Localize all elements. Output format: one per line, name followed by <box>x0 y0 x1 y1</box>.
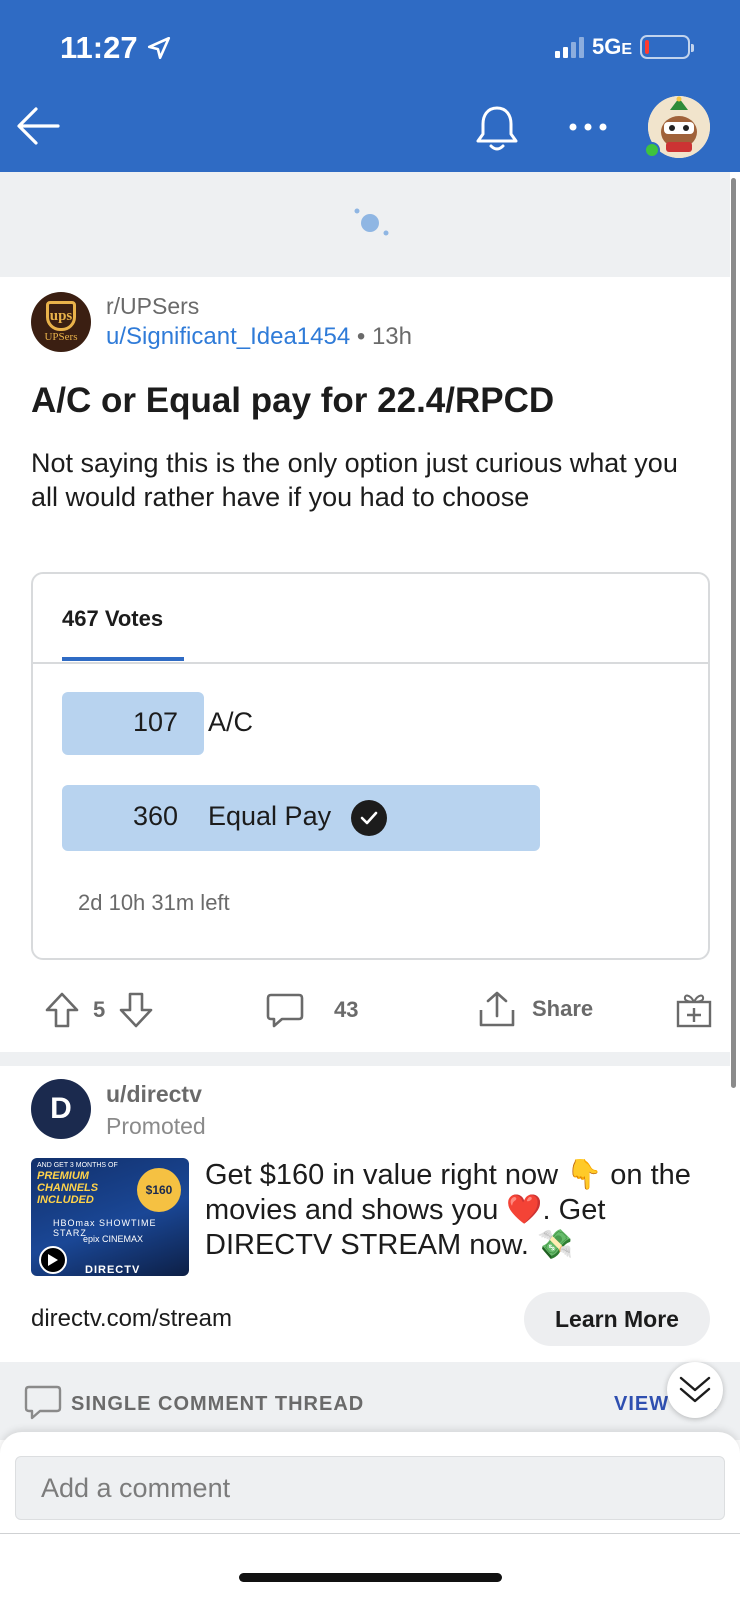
vote-group: 5 <box>45 992 153 1028</box>
promoted-label: Promoted <box>106 1113 206 1139</box>
status-indicators: 5GE <box>554 34 694 60</box>
comment-count: 43 <box>334 997 359 1022</box>
post-body: Not saying this is the only option just … <box>31 448 678 512</box>
signal-icon <box>554 36 584 58</box>
add-comment-input[interactable]: Add a comment <box>15 1456 725 1520</box>
scrollbar[interactable] <box>731 178 736 1088</box>
poll-votes-tab[interactable]: 467 Votes <box>62 606 163 632</box>
section-separator <box>0 1052 730 1066</box>
ad-thumb-caption: AND GET 3 MONTHS OF <box>37 1162 118 1169</box>
status-time: 11:27 <box>60 30 172 66</box>
ad-thumb-badge: $160 <box>137 1168 181 1212</box>
top-bar: 11:27 5GE <box>0 0 740 172</box>
composer-divider <box>0 1533 740 1534</box>
poll-option-ac-count: 107 <box>132 707 178 737</box>
more-dots-icon <box>569 123 607 131</box>
refresh-loader-area <box>0 172 730 277</box>
vote-score: 5 <box>93 997 106 1022</box>
learn-more-button[interactable]: Learn More <box>524 1292 710 1346</box>
poll-divider <box>33 662 708 664</box>
poll-option-equal-pay-label: Equal Pay <box>208 801 332 831</box>
location-arrow-icon <box>147 36 170 60</box>
clock-text: 11:27 <box>60 30 138 65</box>
double-chevron-down-icon <box>679 1376 711 1403</box>
subreddit-avatar-caption: UPSers <box>44 331 78 343</box>
bell-icon <box>476 106 518 151</box>
advertiser-name[interactable]: u/directv <box>106 1081 202 1108</box>
ad-headline[interactable]: Get $160 in value right now 👇 on the mov… <box>205 1158 715 1263</box>
subreddit-name[interactable]: r/UPSers <box>106 293 199 320</box>
post-actions-bar: 5 43 Share <box>0 990 730 1038</box>
ad-thumb-headline: PREMIUM CHANNELS INCLUDED <box>37 1170 99 1206</box>
gift-icon <box>676 994 712 1028</box>
back-button[interactable] <box>14 104 62 148</box>
single-comment-thread-label: SINGLE COMMENT THREAD <box>71 1393 365 1415</box>
poll-option-equal-pay-count: 360 <box>132 801 178 831</box>
play-icon[interactable] <box>39 1246 67 1274</box>
share-icon <box>479 991 515 1027</box>
share-label: Share <box>532 996 594 1021</box>
author-link[interactable]: u/Significant_Idea1454 <box>106 323 350 350</box>
meta-separator: • <box>356 323 366 350</box>
author-line: u/Significant_Idea1454 • 13h <box>106 323 412 351</box>
user-avatar[interactable] <box>644 96 710 158</box>
more-options-button[interactable] <box>566 112 610 142</box>
comment-bubble-icon <box>266 993 304 1028</box>
award-button[interactable] <box>676 990 712 1028</box>
poll-time-left: 2d 10h 31m left <box>78 890 230 915</box>
comments-button[interactable]: 43 <box>266 992 358 1028</box>
selected-checkmark-icon <box>351 800 387 836</box>
home-indicator <box>239 1573 502 1582</box>
comment-thread-icon <box>24 1385 62 1420</box>
poll-tab-underline <box>62 657 184 661</box>
ad-thumb-logos-secondary: epix CINEMAX <box>83 1234 144 1244</box>
loading-spinner-icon <box>354 208 389 236</box>
upvote-icon[interactable] <box>45 992 79 1028</box>
back-arrow-icon <box>17 107 60 145</box>
ad-url[interactable]: directv.com/stream <box>31 1305 232 1333</box>
post-age: 13h <box>371 323 412 350</box>
ad-video-thumbnail[interactable]: AND GET 3 MONTHS OF PREMIUM CHANNELS INC… <box>31 1158 189 1276</box>
poll-card: 467 Votes 107 A/C 360 Equal Pay 2d 10h 3… <box>31 572 710 960</box>
ad-thumb-brand: DIRECTV <box>85 1264 141 1276</box>
ups-shield-logo: ups <box>46 301 76 331</box>
share-button[interactable]: Share <box>478 990 593 1028</box>
battery-icon <box>640 35 694 59</box>
post-title: A/C or Equal pay for 22.4/RPCD <box>31 381 555 420</box>
subreddit-avatar[interactable]: ups UPSers <box>31 292 91 352</box>
downvote-icon[interactable] <box>119 992 153 1028</box>
poll-option-ac-label: A/C <box>208 707 254 737</box>
notifications-button[interactable] <box>474 104 520 154</box>
advertiser-avatar[interactable]: D <box>31 1079 91 1139</box>
scroll-down-button[interactable] <box>667 1362 723 1418</box>
online-status-dot <box>644 142 660 158</box>
network-label: 5GE <box>591 34 632 59</box>
